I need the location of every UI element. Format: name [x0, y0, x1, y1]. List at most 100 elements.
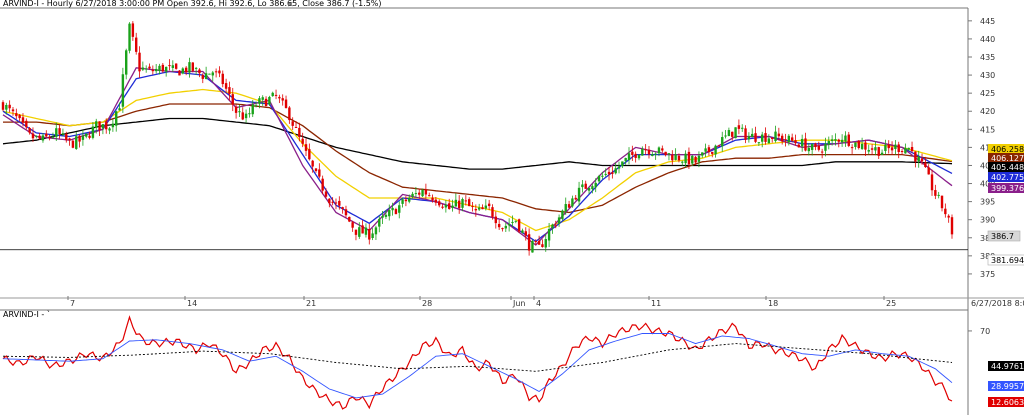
candle-body: [484, 205, 488, 209]
candle-body: [251, 104, 254, 115]
candle-body: [581, 184, 584, 188]
candle-body: [937, 194, 940, 196]
candle-body: [208, 73, 211, 75]
candle-body: [497, 223, 501, 228]
candle-body: [211, 72, 214, 76]
candle-body: [481, 207, 484, 210]
candle-body: [917, 157, 920, 162]
candle-body: [281, 98, 284, 101]
candle-body: [115, 111, 118, 126]
candle-body: [800, 138, 804, 147]
candle-body: [787, 135, 791, 143]
candle-body: [624, 157, 627, 162]
candle-body: [228, 87, 231, 95]
candle-body: [644, 149, 647, 151]
candle-body: [804, 138, 807, 151]
candle-body: [884, 144, 887, 151]
candle-body: [15, 113, 18, 117]
candle-body: [611, 172, 614, 174]
candle-body: [507, 224, 511, 226]
candle-body: [168, 65, 171, 67]
candle-body: [741, 127, 744, 129]
candle-body: [827, 141, 830, 145]
candle-body: [284, 99, 288, 108]
candle-body: [714, 145, 717, 155]
candle-body: [398, 205, 401, 213]
candle-body: [577, 187, 581, 202]
candle-body: [734, 127, 737, 139]
candle-body: [557, 217, 561, 224]
candle-body: [847, 134, 850, 146]
candle-body: [244, 113, 248, 119]
candle-body: [651, 154, 654, 157]
candle-body: [544, 239, 547, 248]
candle-body: [674, 154, 677, 160]
candle-body: [108, 128, 111, 131]
candle-body: [591, 186, 594, 190]
candle-body: [371, 233, 374, 239]
candle-body: [194, 67, 198, 69]
candle-body: [541, 244, 544, 248]
candle-body: [617, 166, 621, 169]
candle-body: [418, 192, 421, 195]
candle-body: [890, 147, 894, 151]
candle-body: [870, 148, 874, 150]
candle-body: [364, 227, 368, 235]
candle-body: [368, 228, 371, 240]
candle-body: [567, 204, 571, 208]
candle-body: [574, 197, 577, 200]
candle-body: [1, 102, 5, 110]
candle-body: [105, 122, 108, 130]
candle-body: [65, 133, 68, 141]
close-icon[interactable]: ✕: [287, 0, 294, 9]
candle-body: [514, 220, 517, 222]
candle-body: [231, 94, 234, 105]
candle-body: [151, 69, 155, 72]
candle-body: [597, 176, 601, 182]
candle-body: [311, 160, 314, 167]
candle-body: [631, 151, 634, 155]
candle-body: [681, 161, 684, 163]
candle-body: [537, 240, 541, 245]
price-tick-label: 415: [980, 125, 995, 134]
candle-body: [324, 191, 328, 197]
candle-body: [101, 124, 105, 129]
candle-body: [471, 206, 474, 208]
candle-body: [454, 199, 458, 207]
candle-body: [154, 68, 158, 72]
candle-body: [627, 153, 631, 161]
candle-body: [687, 151, 691, 165]
candle-body: [561, 210, 564, 220]
candle-body: [524, 231, 527, 236]
candle-body: [790, 137, 794, 141]
candle-body: [391, 207, 394, 211]
candle-body: [501, 228, 504, 230]
candle-body: [487, 203, 491, 207]
candle-body: [767, 138, 771, 144]
candle-body: [191, 62, 194, 71]
candle-body: [95, 121, 98, 128]
candle-body: [947, 215, 950, 218]
candle-body: [344, 209, 348, 216]
candle-body: [308, 149, 311, 160]
candle-body: [174, 63, 178, 69]
candle-body: [338, 200, 341, 206]
candle-body: [271, 92, 274, 97]
x-tick-label: 7: [70, 299, 75, 308]
candle-body: [717, 145, 721, 147]
candle-body: [394, 209, 398, 215]
candle-body: [384, 214, 388, 217]
candle-body: [551, 224, 554, 229]
candle-body: [444, 204, 448, 208]
candle-body: [721, 137, 724, 147]
x-tick-label: 21: [306, 299, 316, 308]
candle-body: [378, 219, 381, 227]
candle-body: [28, 127, 31, 133]
candle-body: [920, 158, 924, 162]
candle-body: [144, 68, 148, 70]
candle-body: [511, 221, 514, 223]
candle-body: [51, 136, 55, 138]
candle-body: [664, 151, 667, 155]
candle-body: [904, 147, 907, 154]
candle-body: [41, 135, 45, 141]
